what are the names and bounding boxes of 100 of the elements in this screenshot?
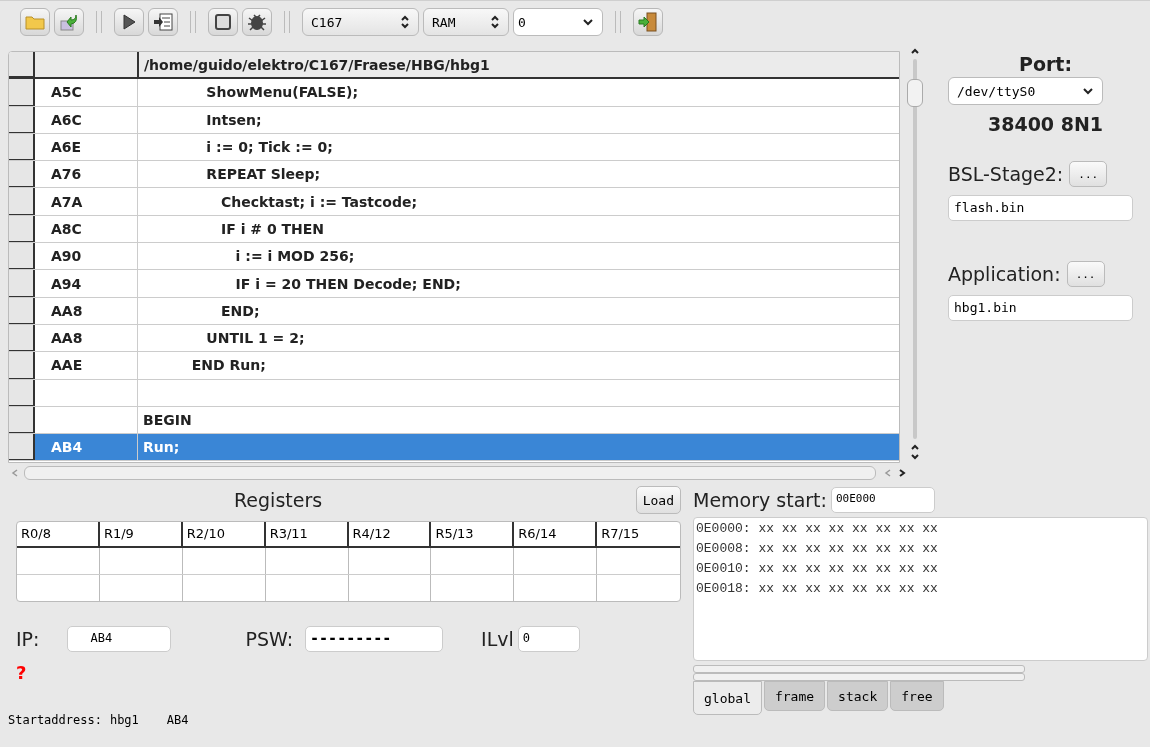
address-cell: A94 <box>35 270 138 297</box>
code-row[interactable]: AA8 UNTIL 1 = 2; <box>9 324 899 353</box>
open-folder-button[interactable] <box>20 8 50 36</box>
code-row[interactable]: A90 i := i MOD 256; <box>9 243 899 271</box>
address-cell: A76 <box>35 161 138 188</box>
code-cell-text: Run; <box>142 438 181 458</box>
memory-combo[interactable]: RAM <box>423 8 509 36</box>
code-cell-text: i := 0; Tick := 0; <box>205 138 334 158</box>
chevron-down-icon <box>582 17 594 27</box>
load-button[interactable]: Load <box>635 486 681 514</box>
tab[interactable]: global <box>693 681 762 715</box>
bank-dropdown[interactable]: 0 <box>513 8 603 36</box>
column-header: R1/9 <box>99 522 183 546</box>
code-row[interactable]: A5C ShowMenu(FALSE); <box>9 79 899 107</box>
folder-icon <box>25 14 45 30</box>
bsl-label: BSL-Stage2: <box>948 163 1064 185</box>
ip-field[interactable]: AB4 <box>67 626 172 652</box>
column-header: R3/11 <box>265 522 349 546</box>
row-header <box>9 215 35 243</box>
row-header <box>9 161 35 188</box>
code-cell-text: i := i MOD 256; <box>234 247 356 267</box>
row-header <box>9 188 35 215</box>
port-dropdown[interactable]: /dev/ttyS0 <box>948 77 1103 105</box>
code-row[interactable]: A7A Checktast; i := Tastcode; <box>9 188 899 216</box>
address-cell: AAE <box>35 352 138 379</box>
chevron-up-icon <box>910 47 920 55</box>
memory-line: 0E0008: xx xx xx xx xx xx xx xx <box>696 540 939 558</box>
debug-button[interactable] <box>242 8 272 36</box>
step-button[interactable] <box>148 8 178 36</box>
bug-icon <box>247 12 267 32</box>
row-header <box>9 243 35 270</box>
code-cell-text: BEGIN <box>142 411 193 430</box>
chevron-up-down-icon <box>910 443 920 461</box>
ip-label: IP: <box>16 628 40 650</box>
horizontal-scrollbar[interactable] <box>24 466 876 480</box>
column-header: R7/15 <box>600 525 641 543</box>
target-combo[interactable]: C167 <box>302 8 419 36</box>
spin-arrows-icon <box>400 15 410 29</box>
code-row[interactable]: A76 REPEAT Sleep; <box>9 161 899 189</box>
code-cell-text: Intsen; <box>205 110 263 130</box>
memory-start-label: Memory start: <box>693 489 827 511</box>
code-cell-text: IF i = 20 THEN Decode; END; <box>234 274 462 294</box>
scrollbar-thumb[interactable] <box>907 79 923 107</box>
code-row[interactable]: AAE END Run; <box>9 352 899 380</box>
spin-arrows-icon <box>490 15 500 29</box>
baud-settings: 38400 8N1 <box>986 113 1105 135</box>
row-header <box>9 297 35 324</box>
row-header <box>9 352 35 379</box>
column-header: /home/guido/elektro/C167/Fraese/HBG/hbg1 <box>143 55 491 75</box>
step-into-icon <box>153 13 173 31</box>
port-label: Port: <box>1018 53 1073 75</box>
tab[interactable]: frame <box>763 681 826 711</box>
address-cell: A6E <box>35 133 138 161</box>
application-label: Application: <box>948 263 1061 285</box>
column-header: R4/12 <box>348 522 432 546</box>
code-cell-text: Checktast; i := Tastcode; <box>220 192 419 212</box>
memory-start-field[interactable]: 00E000 <box>830 487 935 513</box>
psw-label: PSW: <box>245 628 294 650</box>
address-cell: AB4 <box>35 434 138 461</box>
column-header: R0/8 <box>17 522 100 546</box>
address-cell: A90 <box>35 243 138 270</box>
psw-field[interactable]: --------- <box>305 626 444 652</box>
code-cell-text: UNTIL 1 = 2; <box>205 329 306 349</box>
ilvl-field[interactable]: 0 <box>517 626 580 652</box>
memory-line: 0E0000: xx xx xx xx xx xx xx xx <box>696 520 939 538</box>
arrow-icon <box>59 13 79 31</box>
code-row[interactable]: A94 IF i = 20 THEN Decode; END; <box>9 270 899 298</box>
play-icon <box>121 13 137 31</box>
row-header <box>9 106 35 133</box>
memory-line: 0E0018: xx xx xx xx xx xx xx xx <box>696 580 939 598</box>
tab[interactable]: stack <box>827 681 889 711</box>
address-cell: AA8 <box>35 324 138 352</box>
chevron-down-icon <box>1082 86 1094 96</box>
row-header <box>9 133 35 161</box>
row-header <box>9 379 35 406</box>
exit-button[interactable] <box>633 8 663 36</box>
registers-title: Registers <box>234 489 323 511</box>
address-cell: A6C <box>35 106 138 133</box>
code-row[interactable]: AA8 END; <box>9 297 899 325</box>
application-file-field[interactable]: hbg1.bin <box>948 295 1133 321</box>
code-row[interactable]: A6C Intsen; <box>9 106 899 134</box>
code-row[interactable]: AB4 Run; <box>9 434 899 462</box>
code-row[interactable]: A6E i := 0; Tick := 0; <box>9 133 899 162</box>
code-cell-text: END Run; <box>190 356 267 376</box>
browse-button[interactable]: ... <box>1066 261 1105 287</box>
tab[interactable]: free <box>890 681 944 711</box>
run-button[interactable] <box>114 8 144 36</box>
chevron-left-icon <box>10 468 20 478</box>
status-module: hbg1 <box>109 713 139 727</box>
code-cell-text: IF i # 0 THEN <box>220 219 326 239</box>
reload-button[interactable] <box>54 8 84 36</box>
address-cell: A7A <box>35 188 138 215</box>
code-row[interactable]: A8C IF i # 0 THEN <box>9 215 899 244</box>
browse-button[interactable]: ... <box>1069 161 1108 187</box>
stop-button[interactable] <box>208 8 238 36</box>
status-address: AB4 <box>166 713 189 727</box>
bsl-file-field[interactable]: flash.bin <box>948 195 1133 221</box>
row-header <box>9 270 35 297</box>
address-cell: A8C <box>35 215 138 243</box>
column-header: R2/10 <box>182 522 266 546</box>
